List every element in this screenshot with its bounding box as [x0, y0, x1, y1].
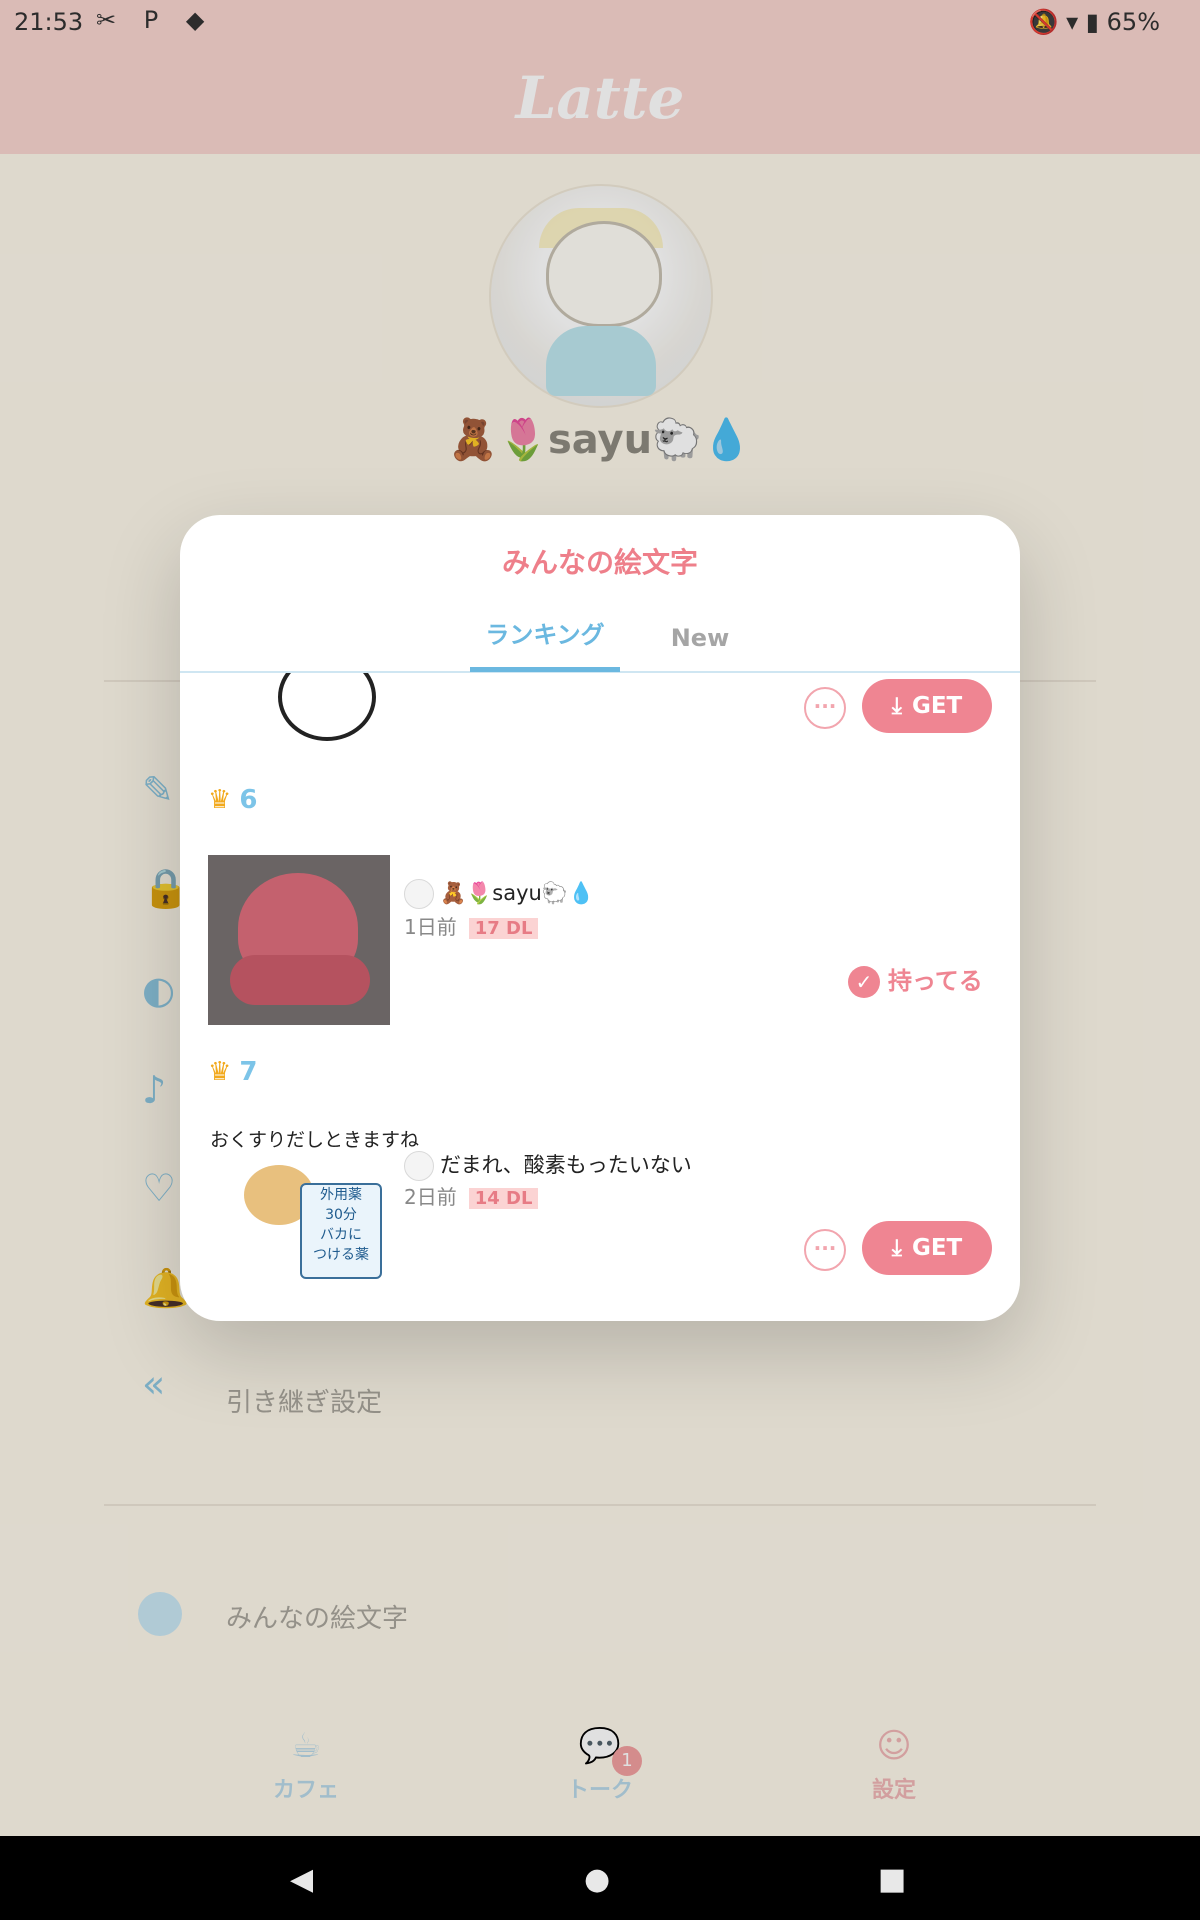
- posted-time: 2日前: [404, 1185, 457, 1209]
- get-label: GET: [911, 693, 963, 719]
- download-count: 14 DL: [468, 1188, 539, 1209]
- modal-title: みんなの絵文字: [501, 546, 698, 579]
- rank-label: ♛ 6: [208, 785, 257, 815]
- medicine-board: 外用薬 30分 バカに つける薬: [300, 1183, 382, 1279]
- crown-icon: ♛: [208, 1057, 232, 1087]
- emoji-author[interactable]: 🧸🌷sayu🐑💧: [404, 879, 594, 909]
- get-button[interactable]: ⤓ GET: [862, 1221, 992, 1275]
- recents-icon[interactable]: ■: [878, 1862, 906, 1897]
- rank-label: ♛ 7: [208, 1057, 257, 1087]
- ranking-list[interactable]: ··· ⤓ GET ♛ 6 🧸🌷sayu🐑💧 1日前 17 DL ✓ 持ってる ♛ 7 お…: [180, 673, 1020, 1321]
- owned-label: 持ってる: [888, 967, 983, 995]
- tab-ranking[interactable]: ランキング: [470, 605, 620, 672]
- emoji-thumbnail[interactable]: [208, 673, 390, 763]
- emoji-ranking-modal: みんなの絵文字 ランキング New ··· ⤓ GET ♛ 6 🧸🌷sayu🐑💧 1…: [180, 515, 1020, 1321]
- emoji-meta: 2日前 14 DL: [404, 1181, 539, 1210]
- stick-figure-image: [278, 673, 376, 741]
- emoji-thumbnail[interactable]: [208, 855, 390, 1025]
- download-count: 17 DL: [468, 918, 539, 939]
- owned-status: ✓ 持ってる: [848, 961, 983, 998]
- crown-icon: ♛: [208, 785, 232, 815]
- get-button[interactable]: ⤓ GET: [862, 679, 992, 733]
- rank-number: 7: [239, 1057, 258, 1087]
- rank-number: 6: [239, 785, 258, 815]
- author-avatar: [404, 1151, 434, 1181]
- emoji-meta: 1日前 17 DL: [404, 911, 539, 940]
- tab-new[interactable]: New: [650, 605, 750, 667]
- otter-board-text: 外用薬 30分 バカに つける薬: [313, 1187, 369, 1263]
- author-name: 🧸🌷sayu🐑💧: [440, 881, 595, 905]
- back-icon[interactable]: ◀: [290, 1862, 313, 1897]
- get-label: GET: [911, 1235, 963, 1261]
- download-icon: ⤓: [891, 1235, 902, 1261]
- check-icon: ✓: [848, 966, 880, 998]
- system-nav-bar: ◀ ● ■: [0, 1836, 1200, 1920]
- modal-tabs: ランキング New: [180, 605, 1020, 673]
- download-icon: ⤓: [891, 693, 902, 719]
- emoji-author[interactable]: だまれ、酸素もったいない: [404, 1149, 692, 1181]
- emoji-thumbnail[interactable]: おくすりだしときますね 外用薬 30分 バカに つける薬: [208, 1123, 419, 1283]
- more-options-button[interactable]: ···: [804, 1229, 846, 1271]
- home-icon[interactable]: ●: [584, 1862, 610, 1897]
- otter-caption: おくすりだしときますね: [210, 1129, 420, 1151]
- posted-time: 1日前: [404, 915, 457, 939]
- author-avatar: [404, 879, 434, 909]
- author-name: だまれ、酸素もったいない: [440, 1153, 692, 1177]
- more-options-button[interactable]: ···: [804, 687, 846, 729]
- octopus-legs: [230, 955, 370, 1005]
